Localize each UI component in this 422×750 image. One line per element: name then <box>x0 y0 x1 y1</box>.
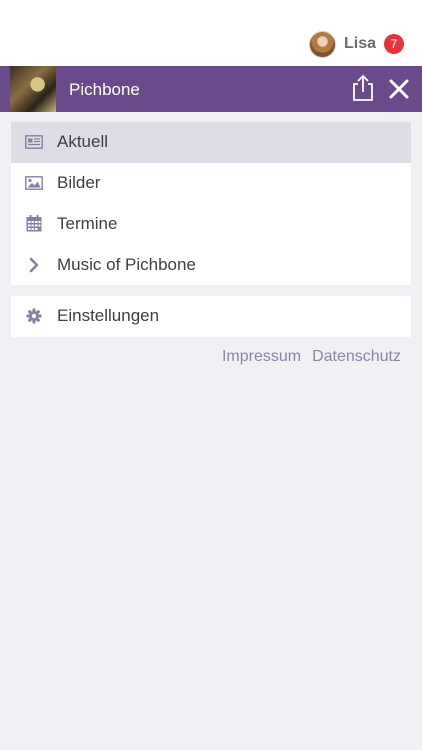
navigation-menu: Aktuell Bilder Termine Music of Pichbone <box>11 122 411 285</box>
menu-item-label: Aktuell <box>57 132 109 152</box>
chevron-right-icon <box>25 256 43 274</box>
share-icon <box>353 74 373 101</box>
menu-item-label: Music of Pichbone <box>57 254 196 274</box>
page-title: Pichbone <box>69 80 140 99</box>
page-header: Pichbone <box>0 66 422 112</box>
menu-item-termine[interactable]: Termine <box>11 204 411 245</box>
newspaper-icon <box>25 133 43 151</box>
user-avatar[interactable] <box>308 30 336 58</box>
menu-item-label: Termine <box>57 213 118 233</box>
top-bar: Lisa 7 <box>0 0 422 66</box>
footer-links: Impressum Datenschutz <box>222 348 401 366</box>
user-name[interactable]: Lisa <box>344 35 376 53</box>
gear-icon <box>25 307 43 325</box>
impressum-link[interactable]: Impressum <box>222 348 301 366</box>
menu-item-music[interactable]: Music of Pichbone <box>11 244 411 285</box>
settings-menu: Einstellungen <box>11 296 411 337</box>
close-button[interactable] <box>387 77 411 101</box>
notification-badge[interactable]: 7 <box>384 34 404 54</box>
menu-item-einstellungen[interactable]: Einstellungen <box>11 296 411 337</box>
image-icon <box>25 174 43 192</box>
menu-item-bilder[interactable]: Bilder <box>11 163 411 204</box>
artist-thumbnail <box>10 66 56 112</box>
menu-item-label: Einstellungen <box>57 306 160 326</box>
datenschutz-link[interactable]: Datenschutz <box>312 348 401 366</box>
calendar-icon <box>25 215 43 233</box>
share-button[interactable] <box>350 74 376 102</box>
menu-item-label: Bilder <box>57 173 101 193</box>
close-icon <box>389 79 409 99</box>
user-profile[interactable]: Lisa 7 <box>308 30 404 58</box>
menu-item-aktuell[interactable]: Aktuell <box>11 122 411 163</box>
